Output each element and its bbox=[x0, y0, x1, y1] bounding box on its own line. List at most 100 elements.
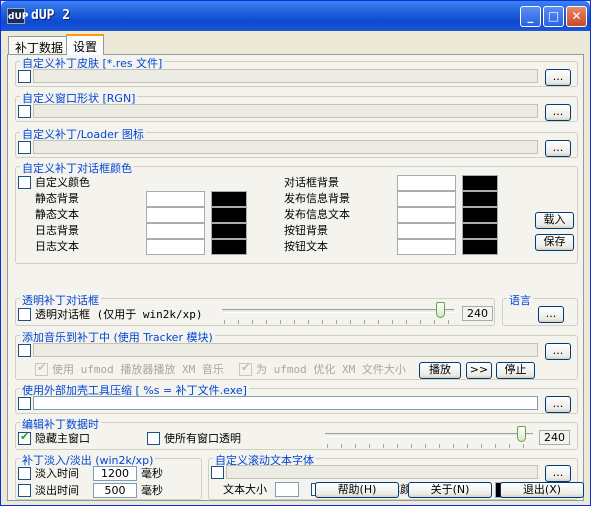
color-label-static-bg: 静态背景 bbox=[35, 192, 79, 205]
transparency-group: 透明补丁对话框 透明对话框 (仅用于 win2k/xp) 240 bbox=[15, 292, 495, 326]
language-group-title: 语言 bbox=[507, 292, 533, 308]
transparency-slider-ticks bbox=[224, 320, 454, 324]
custom-color-label: 自定义颜色 bbox=[35, 176, 90, 189]
color-label-button-text: 按钮文本 bbox=[284, 240, 328, 253]
edit-group: 编辑补丁数据时 隐藏主窗口 使所有窗口透明 240 bbox=[15, 416, 578, 450]
button-text-color-black[interactable] bbox=[462, 239, 498, 255]
music-checkbox[interactable] bbox=[18, 344, 31, 357]
ufmod-optimize-checkbox[interactable] bbox=[239, 361, 252, 376]
transparency-slider-track[interactable] bbox=[222, 309, 454, 313]
play-button[interactable]: 播放 bbox=[419, 362, 461, 379]
region-path-field[interactable] bbox=[33, 104, 538, 118]
static-bg-color-black[interactable] bbox=[211, 191, 247, 207]
static-text-color-white[interactable] bbox=[146, 207, 205, 223]
region-group: 自定义窗口形状 [RGN] ... bbox=[15, 90, 578, 122]
close-icon[interactable]: ✕ bbox=[566, 6, 587, 27]
packer-group: 使用外部加壳工具压缩 [ %s = 补丁文件.exe] ... bbox=[15, 382, 578, 414]
client-area: 补丁数据 设置 自定义补丁皮肤 [*.res 文件] ... 自定义窗口形状 [… bbox=[4, 31, 587, 503]
save-colors-button[interactable]: 保存 bbox=[535, 234, 574, 251]
edit-transparency-value: 240 bbox=[539, 430, 570, 445]
button-bg-color-white[interactable] bbox=[397, 223, 456, 239]
language-group: 语言 ... bbox=[502, 292, 578, 326]
app-window: dUP dUP 2 _ □ ✕ 补丁数据 设置 自定义补丁皮肤 [*.res 文… bbox=[0, 0, 591, 506]
fade-in-unit: 毫秒 bbox=[141, 467, 163, 480]
fade-out-label: 淡出时间 bbox=[35, 484, 79, 497]
log-bg-color-white[interactable] bbox=[146, 223, 205, 239]
color-label-log-text: 日志文本 bbox=[35, 240, 79, 253]
tab-settings[interactable]: 设置 bbox=[66, 34, 105, 55]
hide-main-window-label: 隐藏主窗口 bbox=[35, 432, 90, 445]
info-text-color-white[interactable] bbox=[397, 207, 456, 223]
loader-icon-checkbox[interactable] bbox=[18, 141, 31, 154]
music-browse-button[interactable]: ... bbox=[545, 343, 571, 360]
button-text-color-white[interactable] bbox=[397, 239, 456, 255]
skin-browse-button[interactable]: ... bbox=[545, 69, 571, 86]
transparency-group-title: 透明补丁对话框 bbox=[20, 292, 101, 308]
hide-main-window-checkbox[interactable] bbox=[18, 430, 31, 445]
color-label-info-bg: 发布信息背景 bbox=[284, 192, 350, 205]
settings-panel: 自定义补丁皮肤 [*.res 文件] ... 自定义窗口形状 [RGN] ...… bbox=[7, 54, 584, 501]
info-bg-color-white[interactable] bbox=[397, 191, 456, 207]
tab-patch-data[interactable]: 补丁数据 bbox=[8, 36, 71, 55]
help-button[interactable]: 帮助(H) bbox=[315, 482, 399, 498]
language-browse-button[interactable]: ... bbox=[538, 306, 564, 323]
loader-icon-browse-button[interactable]: ... bbox=[545, 140, 571, 157]
transparency-slider-thumb[interactable] bbox=[436, 302, 446, 318]
colors-group-title: 自定义补丁对话框颜色 bbox=[20, 160, 134, 176]
scroll-font-checkbox[interactable] bbox=[211, 466, 224, 479]
skin-group: 自定义补丁皮肤 [*.res 文件] ... bbox=[15, 55, 578, 87]
scroll-font-field[interactable] bbox=[226, 465, 538, 479]
next-button[interactable]: >> bbox=[466, 362, 492, 379]
dialog-bg-color-black[interactable] bbox=[462, 175, 498, 191]
packer-browse-button[interactable]: ... bbox=[545, 396, 571, 413]
skin-path-field[interactable] bbox=[33, 69, 538, 83]
minimize-icon[interactable]: _ bbox=[520, 6, 541, 27]
title-bar[interactable]: dUP dUP 2 _ □ ✕ bbox=[1, 1, 590, 31]
log-text-color-black[interactable] bbox=[211, 239, 247, 255]
scroll-font-browse-button[interactable]: ... bbox=[545, 465, 571, 482]
static-text-color-black[interactable] bbox=[211, 207, 247, 223]
fade-in-input[interactable]: 1200 bbox=[93, 466, 137, 481]
load-colors-button[interactable]: 载入 bbox=[535, 212, 574, 229]
all-transparent-checkbox[interactable] bbox=[147, 432, 160, 445]
text-size-label: 文本大小 bbox=[223, 483, 267, 496]
exit-button[interactable]: 退出(X) bbox=[500, 482, 584, 498]
fade-in-label: 淡入时间 bbox=[35, 467, 79, 480]
info-bg-color-black[interactable] bbox=[462, 191, 498, 207]
region-browse-button[interactable]: ... bbox=[545, 104, 571, 121]
ufmod-optimize-label: 为 ufmod 优化 XM 文件大小 bbox=[256, 363, 406, 376]
static-bg-color-white[interactable] bbox=[146, 191, 205, 207]
color-label-info-text: 发布信息文本 bbox=[284, 208, 350, 221]
text-size-input[interactable] bbox=[275, 482, 299, 497]
about-button[interactable]: 关于(N) bbox=[408, 482, 492, 498]
maximize-icon[interactable]: □ bbox=[543, 6, 564, 27]
app-icon: dUP bbox=[7, 8, 28, 24]
color-label-dialog-bg: 对话框背景 bbox=[284, 176, 339, 189]
log-bg-color-black[interactable] bbox=[211, 223, 247, 239]
region-checkbox[interactable] bbox=[18, 105, 31, 118]
edit-group-title: 编辑补丁数据时 bbox=[20, 416, 101, 432]
transparent-dialog-checkbox[interactable] bbox=[18, 308, 31, 321]
transparency-value: 240 bbox=[462, 306, 493, 321]
fade-out-checkbox[interactable] bbox=[18, 484, 31, 497]
packer-command-field[interactable] bbox=[33, 396, 538, 410]
color-label-button-bg: 按钮背景 bbox=[284, 224, 328, 237]
stop-button[interactable]: 停止 bbox=[496, 362, 535, 379]
edit-transparency-slider-track[interactable] bbox=[325, 433, 533, 437]
music-path-field[interactable] bbox=[33, 343, 538, 357]
fade-out-input[interactable]: 500 bbox=[93, 483, 137, 498]
log-text-color-white[interactable] bbox=[146, 239, 205, 255]
dialog-bg-color-white[interactable] bbox=[397, 175, 456, 191]
custom-color-checkbox[interactable] bbox=[18, 176, 31, 189]
info-text-color-black[interactable] bbox=[462, 207, 498, 223]
window-title: dUP 2 bbox=[31, 8, 71, 23]
skin-checkbox[interactable] bbox=[18, 70, 31, 83]
button-bg-color-black[interactable] bbox=[462, 223, 498, 239]
fade-in-checkbox[interactable] bbox=[18, 467, 31, 480]
edit-transparency-slider-thumb[interactable] bbox=[516, 426, 526, 442]
loader-icon-path-field[interactable] bbox=[33, 140, 538, 154]
music-group: 添加音乐到补丁中 (使用 Tracker 模块) ... 使用 ufmod 播放… bbox=[15, 329, 578, 380]
ufmod-play-checkbox[interactable] bbox=[35, 361, 48, 376]
packer-checkbox[interactable] bbox=[18, 397, 31, 410]
edit-transparency-slider-ticks bbox=[327, 444, 533, 448]
